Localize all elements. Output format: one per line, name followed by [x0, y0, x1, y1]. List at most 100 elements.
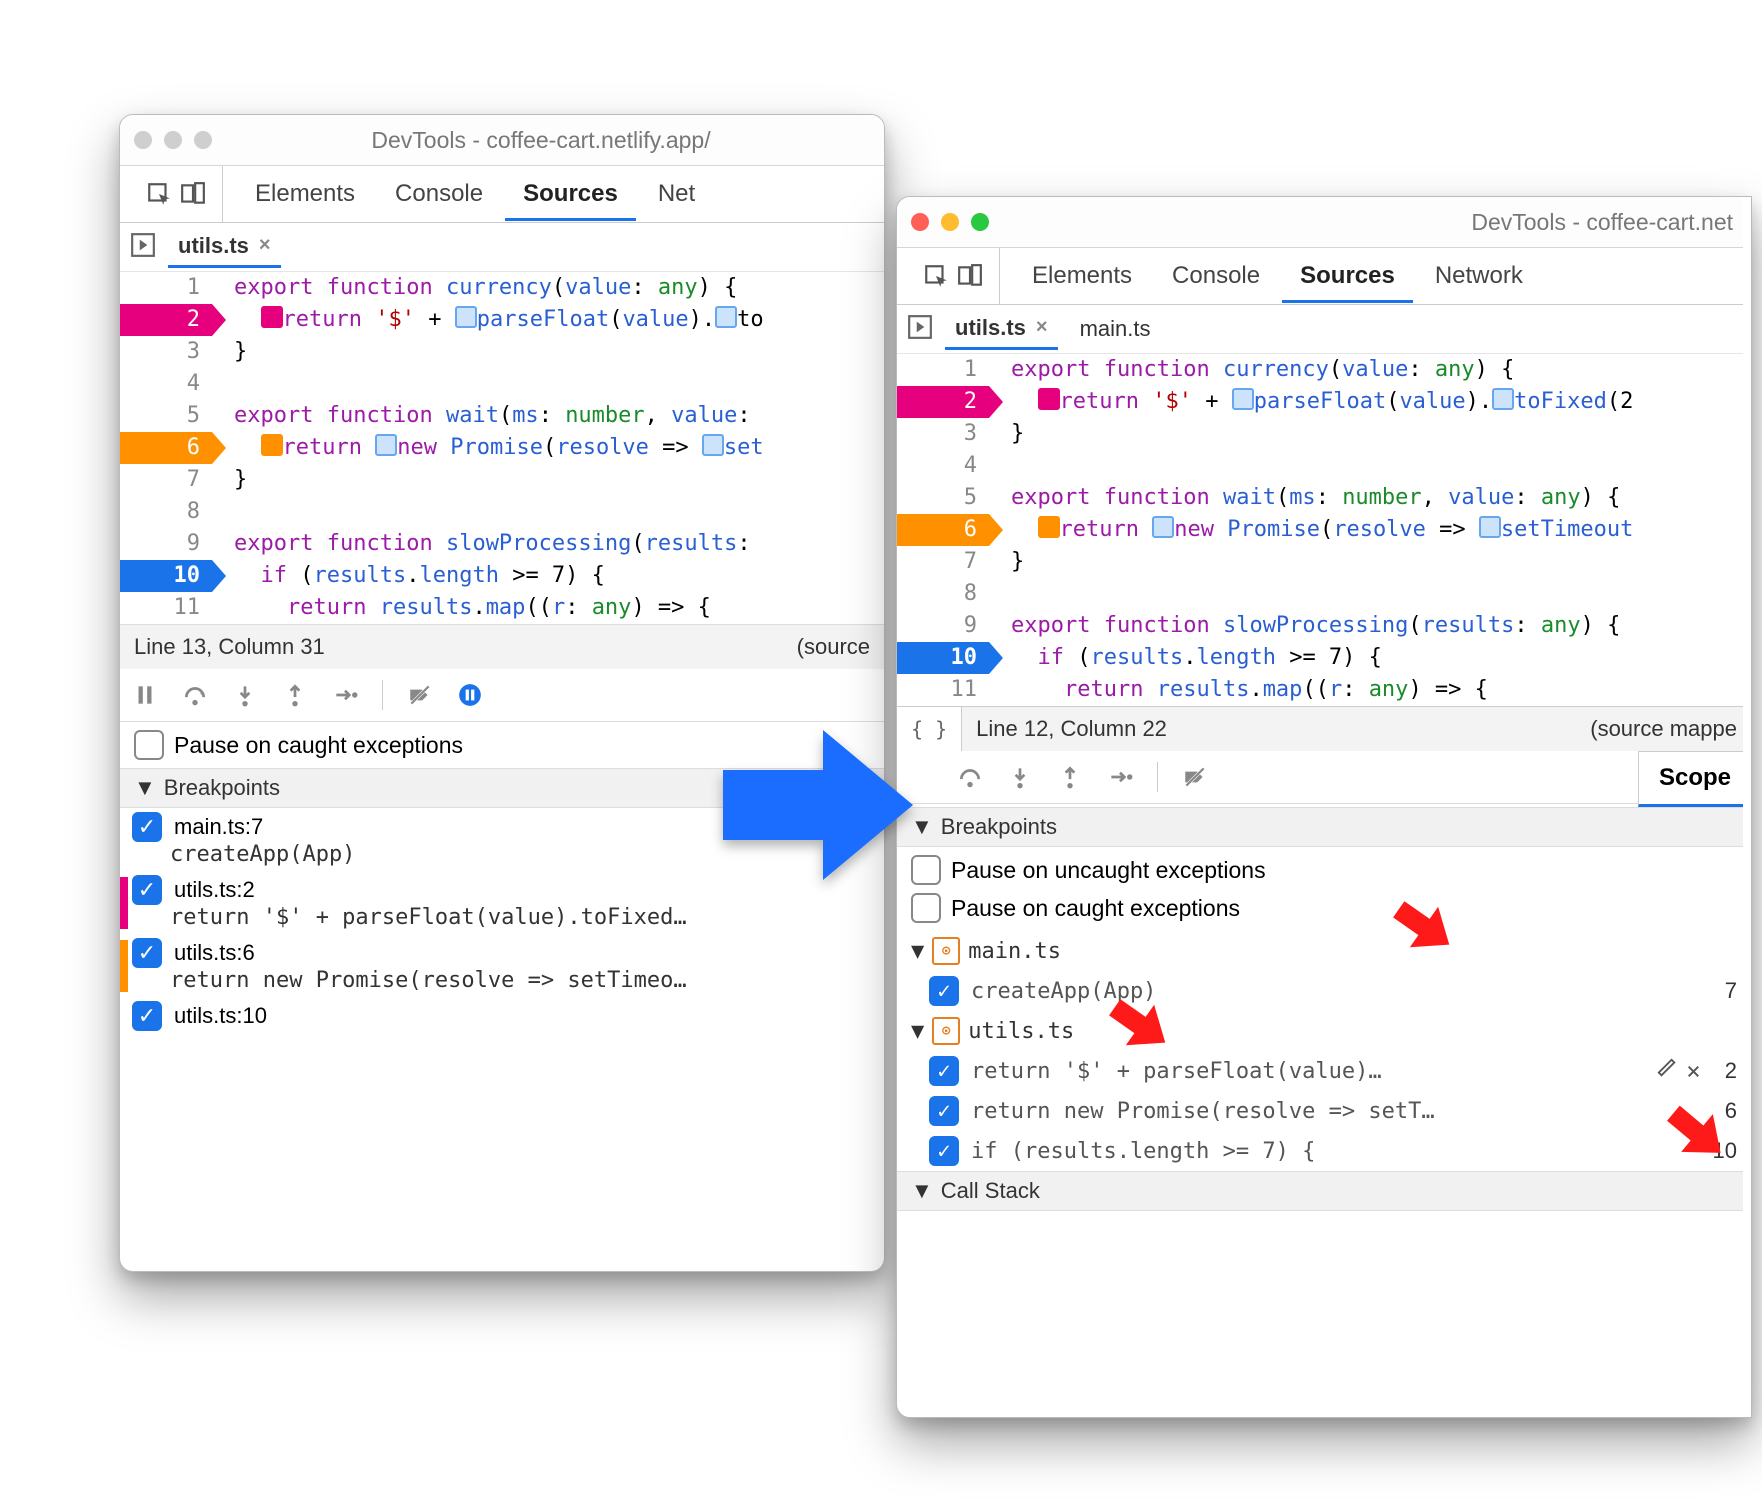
breakpoint-item[interactable]: ✓createApp(App)7 [897, 971, 1751, 1011]
deactivate-breakpoints-icon[interactable] [1182, 764, 1208, 790]
step-into-icon[interactable] [1007, 764, 1033, 790]
debugger-toolbar [897, 751, 1638, 804]
navigator-icon[interactable] [907, 314, 933, 345]
inspect-tools[interactable] [907, 248, 1000, 304]
tab-network[interactable]: Network [1417, 250, 1541, 303]
pause-on-caught-row[interactable]: Pause on caught exceptions [897, 893, 1751, 931]
tab-elements[interactable]: Elements [237, 168, 373, 221]
window-title: DevTools - coffee-cart.netlify.app/ [212, 127, 870, 154]
file-tab-label: utils.ts [178, 233, 249, 259]
navigator-icon[interactable] [130, 232, 156, 263]
device-toggle-icon [957, 263, 983, 289]
breakpoint-file: main.ts:7 [174, 814, 263, 840]
callstack-section-header[interactable]: ▼ Call Stack [897, 1171, 1751, 1211]
breakpoints-title: Breakpoints [164, 775, 280, 801]
breakpoint-code: return new Promise(resolve => setT… [971, 1099, 1701, 1124]
title-bar[interactable]: DevTools - coffee-cart.net [897, 197, 1751, 248]
window-title: DevTools - coffee-cart.net [989, 209, 1737, 236]
checkbox-checked[interactable]: ✓ [132, 1001, 162, 1031]
debugger-toolbar [120, 669, 884, 722]
breakpoint-file: utils.ts:10 [174, 1003, 267, 1029]
traffic-lights[interactable] [911, 213, 989, 231]
breakpoint-code: return new Promise(resolve => setTimeo… [132, 968, 870, 993]
step-into-icon[interactable] [232, 682, 258, 708]
step-out-icon[interactable] [282, 682, 308, 708]
close-icon[interactable]: × [1036, 316, 1048, 339]
pause-icon[interactable] [132, 682, 158, 708]
checkbox-checked[interactable]: ✓ [929, 1136, 959, 1166]
breakpoint-file: utils.ts:2 [174, 877, 255, 903]
source-map-status: (source [797, 634, 870, 660]
cursor-position: Line 13, Column 31 [134, 634, 325, 660]
close-icon[interactable]: × [259, 234, 271, 257]
breakpoint-item[interactable]: ✓ utils.ts:6return new Promise(resolve =>… [120, 934, 884, 997]
step-over-icon[interactable] [957, 764, 983, 790]
checkbox-unchecked[interactable] [134, 730, 164, 760]
status-bar: Line 13, Column 31 (source [120, 624, 884, 669]
source-map-status: (source mappe [1590, 716, 1737, 742]
file-name: utils.ts [968, 1019, 1074, 1044]
title-bar[interactable]: DevTools - coffee-cart.netlify.app/ [120, 115, 884, 166]
transition-arrow-icon [713, 720, 923, 895]
chevron-down-icon: ▼ [911, 1178, 933, 1204]
devtools-window-before: DevTools - coffee-cart.netlify.app/ Elem… [119, 114, 885, 1272]
checkbox-checked[interactable]: ✓ [929, 1096, 959, 1126]
checkbox-checked[interactable]: ✓ [132, 938, 162, 968]
traffic-lights[interactable] [134, 131, 212, 149]
file-tab-label: utils.ts [955, 315, 1026, 341]
deactivate-breakpoints-icon[interactable] [407, 682, 433, 708]
pause-on-caught-label: Pause on caught exceptions [951, 895, 1240, 922]
tab-console[interactable]: Console [1154, 250, 1278, 303]
file-tab-main[interactable]: main.ts [1070, 310, 1161, 348]
step-icon[interactable] [332, 682, 358, 708]
breakpoint-code: createApp(App) [971, 979, 1701, 1004]
file-tab-utils[interactable]: utils.ts × [945, 309, 1058, 350]
pause-exceptions-icon[interactable] [457, 682, 483, 708]
tab-elements[interactable]: Elements [1014, 250, 1150, 303]
breakpoint-item[interactable]: ✓if (results.length >= 7) {10 [897, 1131, 1751, 1171]
pause-on-uncaught-row[interactable]: Pause on uncaught exceptions [897, 847, 1751, 893]
breakpoint-line: 2 [1713, 1058, 1737, 1084]
breakpoint-code: if (results.length >= 7) { [971, 1139, 1689, 1164]
inspect-element-icon [923, 263, 949, 289]
checkbox-checked[interactable]: ✓ [132, 875, 162, 905]
breakpoints-grouped: ▼⊙main.ts✓createApp(App)7▼⊙utils.ts✓retu… [897, 931, 1751, 1171]
device-toggle-icon [180, 181, 206, 207]
status-bar: Line 12, Column 22 (source mappe [962, 707, 1751, 751]
breakpoints-section-header[interactable]: ▼ Breakpoints [897, 807, 1751, 847]
tab-console[interactable]: Console [377, 168, 501, 221]
tab-sources[interactable]: Sources [505, 168, 636, 221]
devtools-tabs: Elements Console Sources Network [897, 248, 1751, 305]
breakpoints-title: Breakpoints [941, 814, 1057, 840]
ts-file-icon: ⊙ [932, 937, 960, 965]
tab-scope[interactable]: Scope [1638, 751, 1751, 807]
breakpoint-file-group[interactable]: ▼ ⊙ main.ts [897, 931, 1751, 971]
inspect-tools[interactable] [130, 166, 223, 222]
breakpoint-file: utils.ts:6 [174, 940, 255, 966]
devtools-tabs: Elements Console Sources Net [120, 166, 884, 223]
code-editor[interactable]: 1export function currency(value: any) {⋯… [897, 354, 1751, 706]
breakpoint-item[interactable]: ✓ utils.ts:10 [120, 997, 884, 1035]
file-tab-bar: utils.ts × main.ts [897, 305, 1751, 354]
breakpoint-item[interactable]: ✓return '$' + parseFloat(value)…×2 [897, 1051, 1751, 1091]
breakpoint-item[interactable]: ✓return new Promise(resolve => setT…6 [897, 1091, 1751, 1131]
step-over-icon[interactable] [182, 682, 208, 708]
breakpoint-code: return '$' + parseFloat(value)… [971, 1059, 1644, 1084]
checkbox-checked[interactable]: ✓ [929, 1056, 959, 1086]
file-tab-utils[interactable]: utils.ts × [168, 227, 281, 268]
checkbox-unchecked[interactable] [911, 893, 941, 923]
chevron-down-icon: ▼ [911, 939, 924, 964]
code-editor[interactable]: 1export function currency(value: any) {⋯… [120, 272, 884, 624]
breakpoint-file-group[interactable]: ▼⊙utils.ts [897, 1011, 1751, 1051]
checkbox-checked[interactable]: ✓ [929, 976, 959, 1006]
breakpoint-code: return '$' + parseFloat(value).toFixed… [132, 905, 870, 930]
edit-icon[interactable] [1656, 1057, 1678, 1079]
step-out-icon[interactable] [1057, 764, 1083, 790]
checkbox-checked[interactable]: ✓ [132, 812, 162, 842]
cursor-position: Line 12, Column 22 [976, 716, 1167, 742]
tab-sources[interactable]: Sources [1282, 250, 1413, 303]
file-name: main.ts [968, 939, 1061, 964]
chevron-down-icon: ▼ [134, 775, 156, 801]
tab-network[interactable]: Net [640, 168, 713, 221]
step-icon[interactable] [1107, 764, 1133, 790]
